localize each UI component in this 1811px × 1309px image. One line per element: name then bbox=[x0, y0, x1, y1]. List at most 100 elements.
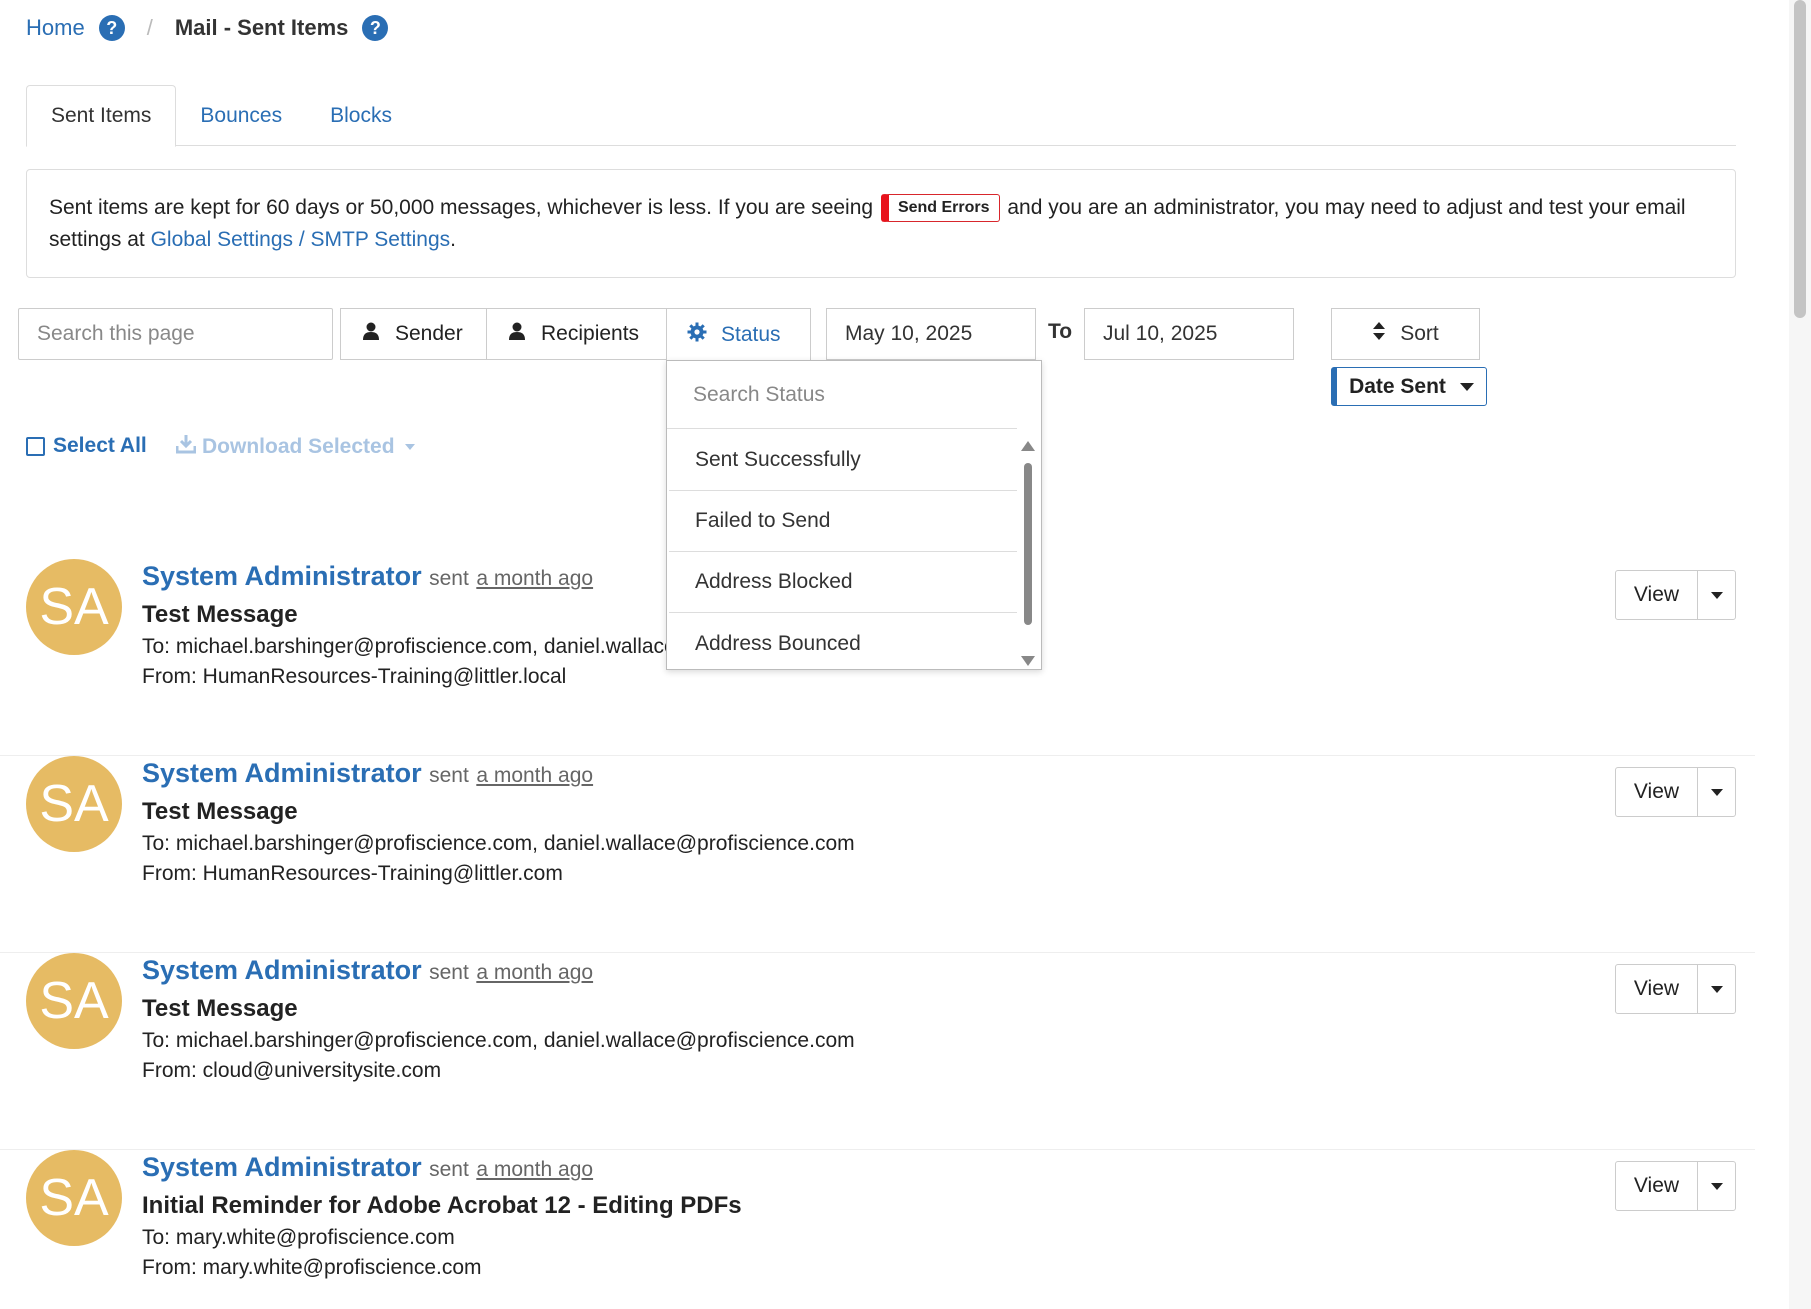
notice-text: Sent items are kept for 60 days or 50,00… bbox=[49, 196, 874, 219]
list-item: SA System Administrator sent a month ago… bbox=[0, 953, 1755, 1150]
chevron-down-icon bbox=[1710, 1182, 1723, 1190]
avatar: SA bbox=[26, 559, 122, 655]
download-selected-button[interactable]: Download Selected bbox=[175, 434, 415, 460]
date-range-to-label: To bbox=[1048, 320, 1073, 343]
status-option[interactable]: Sent Successfully bbox=[669, 430, 1017, 491]
gear-icon bbox=[687, 322, 707, 348]
view-button[interactable]: View bbox=[1616, 965, 1698, 1013]
date-to-input[interactable]: Jul 10, 2025 bbox=[1084, 308, 1294, 360]
sort-label: Sort bbox=[1400, 322, 1439, 345]
view-button[interactable]: View bbox=[1616, 571, 1698, 619]
help-icon[interactable]: ? bbox=[362, 15, 389, 41]
avatar: SA bbox=[26, 953, 122, 1049]
sent-label: sent bbox=[429, 1158, 469, 1181]
tab-blocks[interactable]: Blocks bbox=[306, 85, 416, 146]
sender-filter-label: Sender bbox=[395, 322, 463, 345]
message-from: From: mary.white@profiscience.com bbox=[142, 1256, 482, 1279]
info-notice: Sent items are kept for 60 days or 50,00… bbox=[26, 169, 1736, 278]
person-icon bbox=[507, 321, 527, 347]
sent-label: sent bbox=[429, 961, 469, 984]
breadcrumb-home-link[interactable]: Home bbox=[26, 15, 85, 41]
message-from: From: HumanResources-Training@littler.co… bbox=[142, 862, 563, 885]
tab-sent-items[interactable]: Sent Items bbox=[26, 85, 177, 147]
select-all-button[interactable]: Select All bbox=[26, 434, 147, 458]
message-details: System Administrator sent a month ago In… bbox=[142, 1150, 742, 1283]
scrollbar-thumb[interactable] bbox=[1794, 0, 1806, 318]
chevron-down-icon bbox=[404, 444, 415, 450]
view-button-group: View bbox=[1615, 570, 1736, 620]
sent-time: a month ago bbox=[476, 961, 594, 984]
date-from-input[interactable]: May 10, 2025 bbox=[826, 308, 1036, 360]
download-label: Download Selected bbox=[202, 435, 395, 458]
sort-icon bbox=[1372, 321, 1386, 347]
message-to: To: michael.barshinger@profiscience.com,… bbox=[142, 832, 855, 855]
page-title: Mail - Sent Items bbox=[174, 15, 349, 40]
sender-filter-button[interactable]: Sender bbox=[340, 308, 487, 360]
search-input[interactable] bbox=[18, 308, 333, 360]
checkbox-icon bbox=[26, 436, 45, 456]
message-to: To: mary.white@profiscience.com bbox=[142, 1226, 455, 1249]
view-options-button[interactable] bbox=[1698, 965, 1735, 1013]
message-subject: Test Message bbox=[142, 995, 298, 1022]
status-option[interactable]: Address Blocked bbox=[669, 552, 1017, 613]
view-button-group: View bbox=[1615, 767, 1736, 817]
recipients-filter-button[interactable]: Recipients bbox=[486, 308, 667, 360]
status-filter-label: Status bbox=[721, 323, 781, 346]
sort-button[interactable]: Sort bbox=[1331, 308, 1480, 360]
message-details: System Administrator sent a month ago Te… bbox=[142, 756, 855, 889]
sender-name[interactable]: System Administrator bbox=[142, 955, 422, 985]
chevron-down-icon bbox=[1710, 591, 1723, 599]
view-button[interactable]: View bbox=[1616, 1162, 1698, 1210]
avatar: SA bbox=[26, 756, 122, 852]
scrollbar-thumb[interactable] bbox=[1024, 463, 1032, 625]
view-button[interactable]: View bbox=[1616, 768, 1698, 816]
view-options-button[interactable] bbox=[1698, 1162, 1735, 1210]
page-scrollbar[interactable] bbox=[1789, 0, 1811, 1309]
avatar: SA bbox=[26, 1150, 122, 1246]
recipients-filter-label: Recipients bbox=[541, 322, 640, 345]
view-button-group: View bbox=[1615, 964, 1736, 1014]
sent-time: a month ago bbox=[476, 1158, 594, 1181]
message-to: To: michael.barshinger@profiscience.com,… bbox=[142, 1029, 855, 1052]
view-button-group: View bbox=[1615, 1161, 1736, 1211]
sent-time: a month ago bbox=[476, 764, 594, 787]
message-subject: Initial Reminder for Adobe Acrobat 12 - … bbox=[142, 1192, 742, 1219]
view-options-button[interactable] bbox=[1698, 571, 1735, 619]
page: Home ? / Mail - Sent Items ? Sent Items … bbox=[0, 0, 1790, 1309]
sort-field-select[interactable]: Date Sent bbox=[1331, 367, 1487, 406]
breadcrumb: Home ? / Mail - Sent Items ? bbox=[26, 10, 389, 46]
sender-name[interactable]: System Administrator bbox=[142, 561, 422, 591]
send-errors-badge: Send Errors bbox=[880, 194, 1000, 223]
tab-bar: Sent Items Bounces Blocks bbox=[26, 85, 1736, 147]
breadcrumb-separator: / bbox=[146, 15, 153, 40]
status-search-input[interactable]: Search Status bbox=[667, 361, 1017, 429]
message-subject: Test Message bbox=[142, 798, 298, 825]
chevron-down-icon bbox=[1459, 382, 1474, 391]
sender-name[interactable]: System Administrator bbox=[142, 1152, 422, 1182]
list-item: SA System Administrator sent a month ago… bbox=[0, 756, 1755, 953]
status-dropdown: Search Status Sent Successfully Failed t… bbox=[666, 360, 1042, 670]
download-icon bbox=[175, 434, 197, 460]
view-options-button[interactable] bbox=[1698, 768, 1735, 816]
chevron-down-icon bbox=[1710, 985, 1723, 993]
scroll-up-icon[interactable] bbox=[1021, 441, 1035, 451]
sent-label: sent bbox=[429, 764, 469, 787]
scroll-down-icon[interactable] bbox=[1021, 656, 1035, 666]
person-icon bbox=[361, 321, 381, 347]
smtp-settings-link[interactable]: Global Settings / SMTP Settings bbox=[151, 228, 451, 251]
status-filter-button[interactable]: Status bbox=[666, 308, 811, 361]
sort-field-label: Date Sent bbox=[1349, 374, 1446, 398]
status-option[interactable]: Failed to Send bbox=[669, 491, 1017, 552]
select-all-label: Select All bbox=[53, 434, 147, 457]
chevron-down-icon bbox=[1710, 788, 1723, 796]
dropdown-scrollbar[interactable] bbox=[1020, 441, 1035, 666]
sent-label: sent bbox=[429, 567, 469, 590]
sender-name[interactable]: System Administrator bbox=[142, 758, 422, 788]
sent-time: a month ago bbox=[476, 567, 594, 590]
notice-end: . bbox=[450, 228, 457, 251]
tab-bounces[interactable]: Bounces bbox=[176, 85, 306, 146]
list-item: SA System Administrator sent a month ago… bbox=[0, 1150, 1755, 1309]
status-option[interactable]: Address Bounced bbox=[669, 613, 1017, 674]
message-from: From: cloud@universitysite.com bbox=[142, 1059, 442, 1082]
help-icon[interactable]: ? bbox=[98, 15, 125, 41]
